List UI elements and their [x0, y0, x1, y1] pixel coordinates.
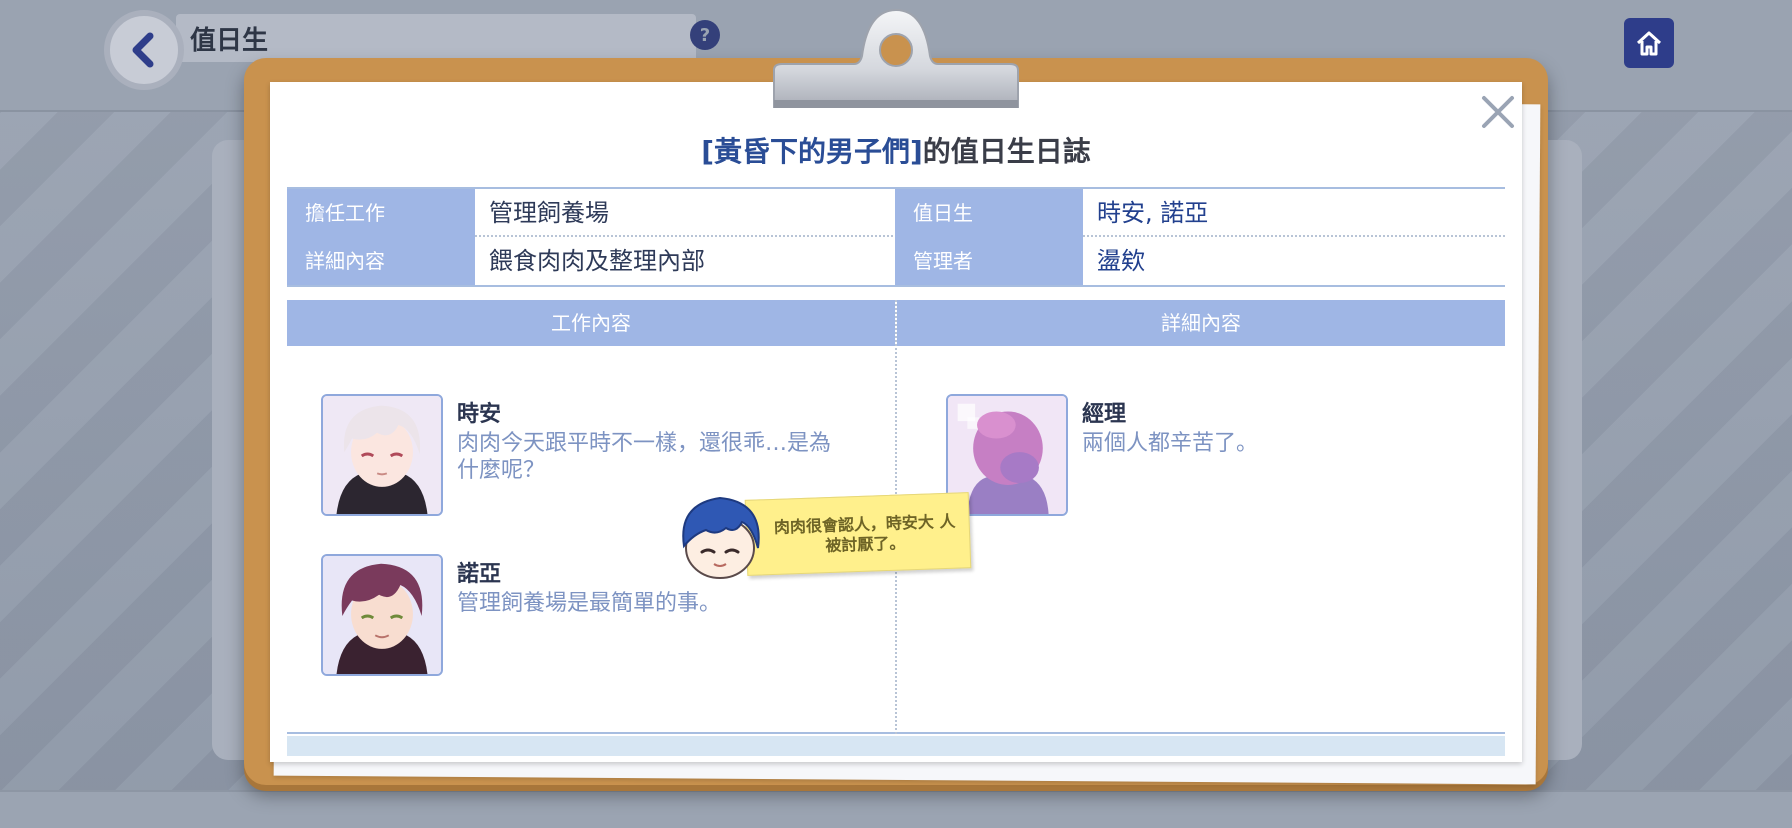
- clipboard-clip-icon: [773, 8, 1019, 108]
- close-icon[interactable]: [1478, 92, 1518, 132]
- entry-message: 管理飼養場是最簡單的事。: [457, 591, 722, 616]
- dialog-title: [黃昏下的男子們]的值日生日誌: [270, 130, 1522, 170]
- background-screen-title: 值日生: [190, 26, 269, 56]
- back-arrow-icon: [104, 10, 184, 90]
- entry-name: 時安: [457, 402, 502, 427]
- left-column-header: 工作內容: [287, 300, 895, 346]
- home-icon: [1624, 18, 1674, 68]
- info-row: 擔任工作 管理飼養場 值日生 時安, 諾亞: [287, 189, 1505, 237]
- detail-label: 詳細內容: [287, 237, 475, 285]
- entry-message: 兩個人都辛苦了。: [1082, 431, 1259, 456]
- info-table: 擔任工作 管理飼養場 值日生 時安, 諾亞 詳細內容 餵食肉肉及整理內部 管理者…: [287, 187, 1505, 287]
- question-icon: ?: [690, 20, 720, 50]
- duty-value: 時安, 諾亞: [1097, 199, 1209, 227]
- job-value: 管理飼養場: [489, 199, 609, 227]
- sticky-note-text: 肉肉很會認人，時安大 人被討厭了。: [773, 511, 956, 556]
- manager-value: 盪欸: [1097, 247, 1145, 275]
- manager-label: 管理者: [895, 237, 1083, 285]
- right-column-header: 詳細內容: [897, 300, 1505, 346]
- dialog-title-highlight: [黃昏下的男子們]: [701, 135, 923, 168]
- detail-value: 餵食肉肉及整理內部: [489, 247, 705, 275]
- entry-message: 肉肉今天跟平時不一樣，還很乖…是為什麼呢？: [457, 431, 832, 483]
- entry-name: 經理: [1082, 402, 1127, 427]
- avatar: [321, 394, 443, 516]
- job-label: 擔任工作: [287, 189, 475, 237]
- avatar: [321, 554, 443, 676]
- chibi-character-icon: [682, 496, 760, 579]
- background-bottom-bar: [0, 790, 1792, 828]
- entry-name: 諾亞: [457, 562, 502, 587]
- info-row: 詳細內容 餵食肉肉及整理內部 管理者 盪欸: [287, 237, 1505, 285]
- sticky-note: 肉肉很會認人，時安大 人被討厭了。: [744, 492, 972, 576]
- dialog-title-rest: 的值日生日誌: [922, 135, 1091, 168]
- duty-label: 值日生: [895, 189, 1083, 237]
- paper-footer-band: [287, 736, 1505, 756]
